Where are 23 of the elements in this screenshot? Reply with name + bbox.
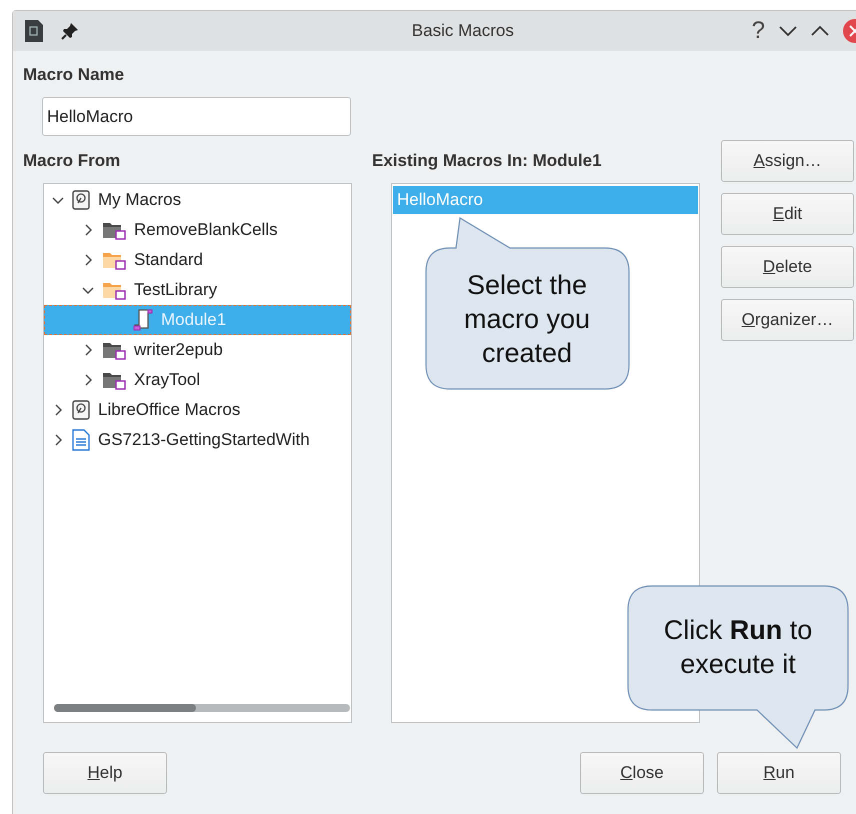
tree-item[interactable]: TestLibrary xyxy=(44,275,351,305)
tree-item[interactable]: RemoveBlankCells xyxy=(44,215,351,245)
macro-from-label: Macro From xyxy=(23,151,122,171)
dialog-button[interactable]: Close xyxy=(580,752,704,794)
tree-item[interactable]: My Macros xyxy=(44,185,351,215)
existing-macros-label: Existing Macros In: Module1 xyxy=(372,151,603,171)
dialog-button[interactable]: Organizer… xyxy=(721,299,854,341)
tree-item[interactable]: Standard xyxy=(44,245,351,275)
help-button[interactable]: Help xyxy=(43,752,167,794)
macro-name-field[interactable]: HelloMacro xyxy=(42,97,351,136)
dialog-button[interactable]: Run xyxy=(717,752,841,794)
dialog-button[interactable]: Assign… xyxy=(721,140,854,182)
tree-item[interactable]: XrayTool xyxy=(44,365,351,395)
dialog-button[interactable]: Edit xyxy=(721,193,854,235)
help-button[interactable]: ? xyxy=(752,17,765,45)
callout-text: Click Run to execute it xyxy=(664,614,812,681)
tree-item[interactable]: GS7213-GettingStartedWith xyxy=(44,425,351,455)
window-title: Basic Macros xyxy=(410,21,515,41)
dialog-button[interactable]: Delete xyxy=(721,246,854,288)
tree-item[interactable]: writer2epub xyxy=(44,335,351,365)
tree-item[interactable]: LibreOffice Macros xyxy=(44,395,351,425)
callout-text: Select the macro you created xyxy=(464,269,590,370)
macro-name-label: Macro Name xyxy=(23,65,126,85)
